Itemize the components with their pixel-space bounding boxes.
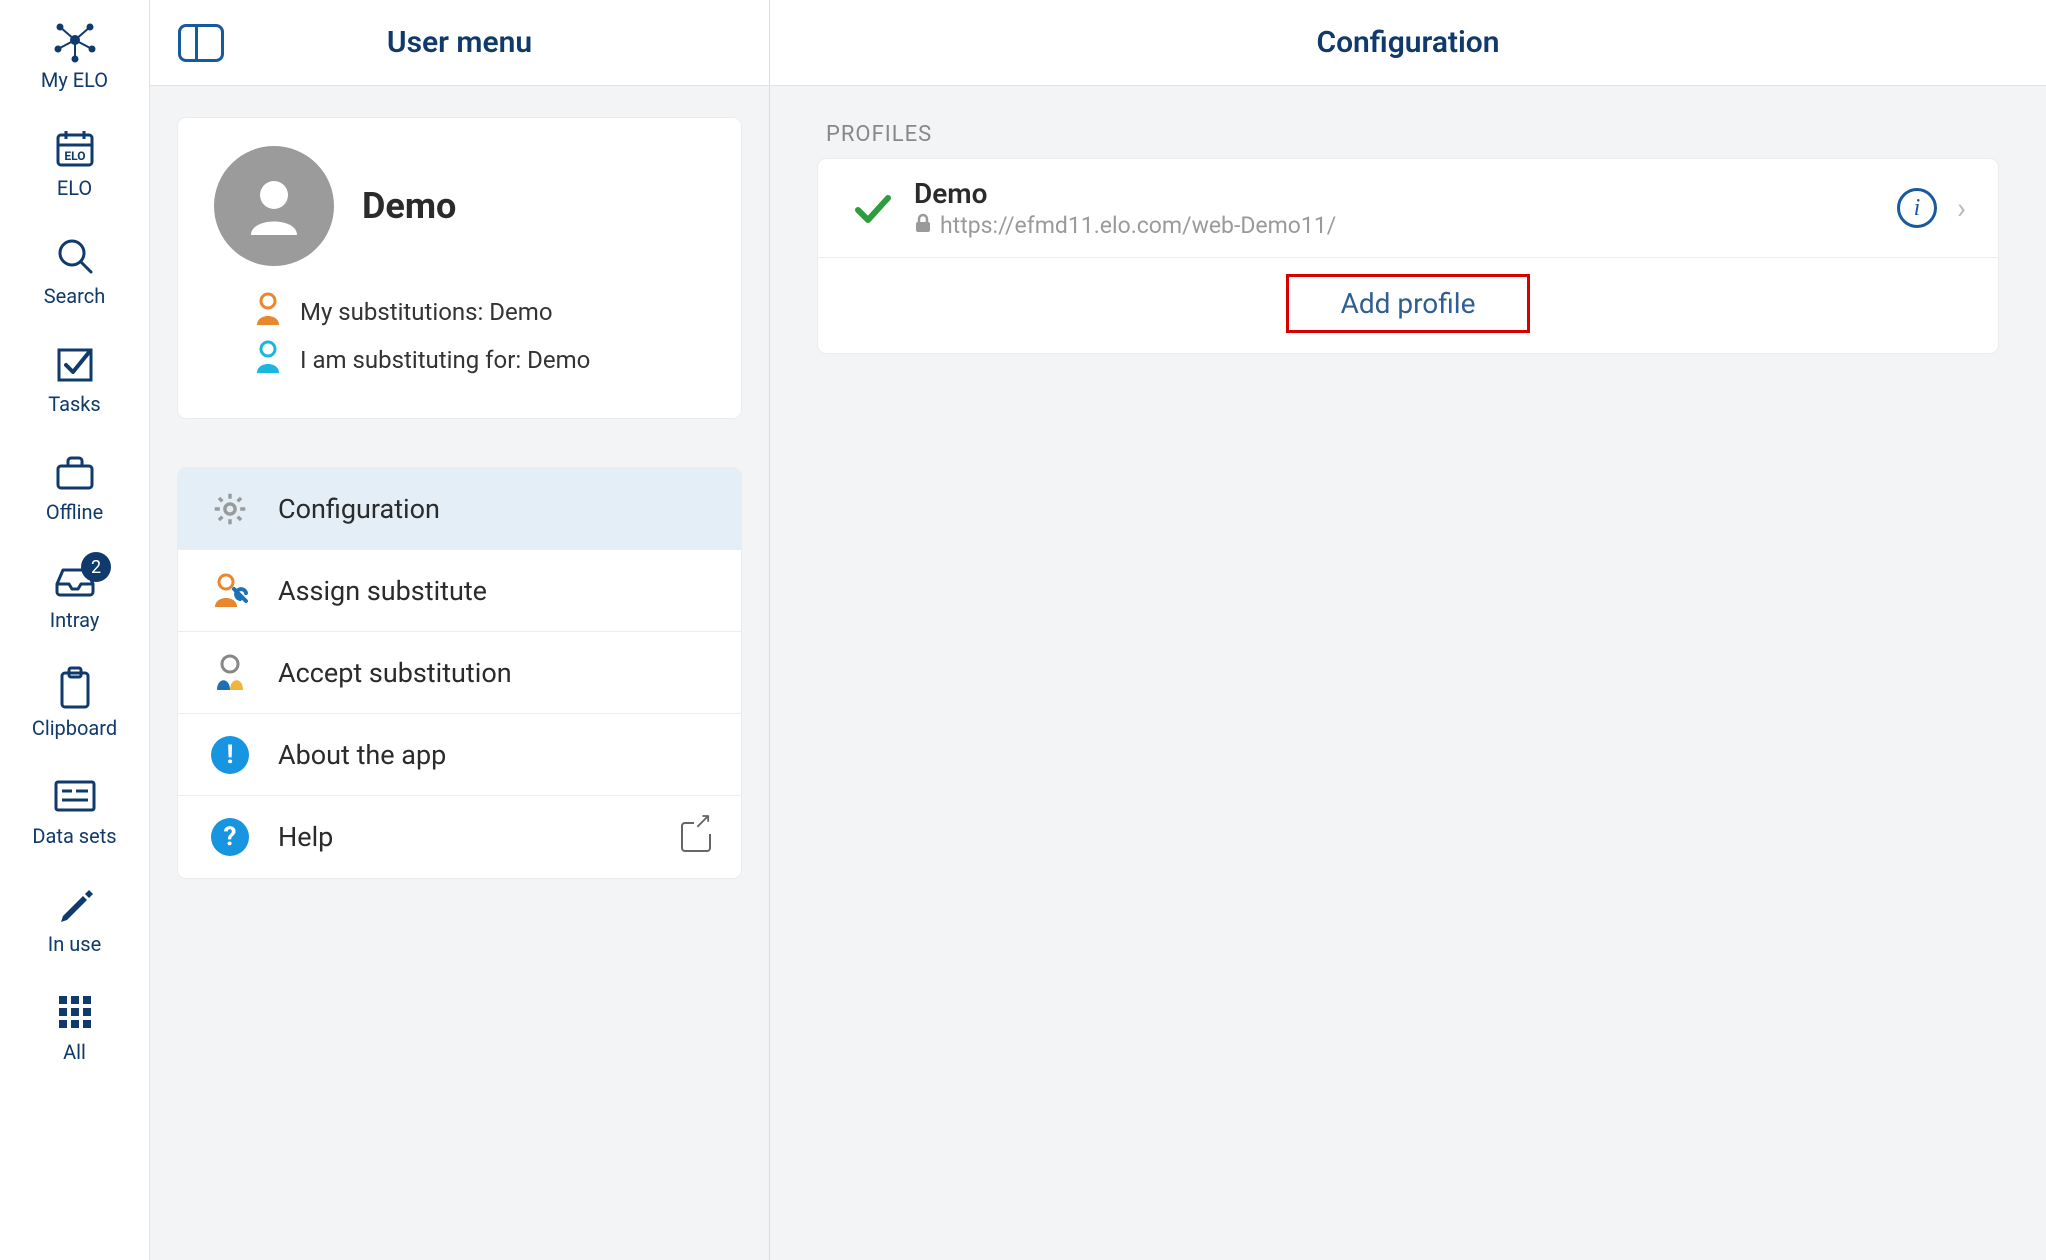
nav-label: All — [63, 1040, 86, 1064]
add-profile-button[interactable]: Add profile — [1286, 274, 1531, 333]
nav-label: Offline — [46, 500, 103, 524]
profile-name: Demo — [914, 177, 1877, 210]
calendar-icon: ELO — [54, 126, 96, 170]
nav-sidebar: My ELO ELO ELO Search — [0, 0, 150, 1260]
nav-clipboard[interactable]: Clipboard — [0, 658, 149, 748]
nav-intray[interactable]: 2 Intray — [0, 550, 149, 640]
menu-configuration[interactable]: Configuration — [178, 468, 741, 550]
profiles-section-label: PROFILES — [818, 122, 1998, 147]
profiles-card: Demo https://efmd11.elo.com/web-Demo11/ … — [818, 159, 1998, 353]
avatar — [214, 146, 334, 266]
menu-assign-substitute[interactable]: Assign substitute — [178, 550, 741, 632]
nav-all[interactable]: All — [0, 982, 149, 1072]
nav-datasets[interactable]: Data sets — [0, 766, 149, 856]
layout-toggle-icon[interactable] — [178, 24, 224, 62]
profile-row[interactable]: Demo https://efmd11.elo.com/web-Demo11/ … — [818, 159, 1998, 258]
user-menu-header: User menu — [150, 0, 769, 86]
clipboard-icon — [55, 666, 95, 710]
chevron-right-icon: › — [1957, 191, 1966, 226]
info-exclaim-icon: ! — [208, 733, 252, 777]
svg-text:ELO: ELO — [64, 149, 85, 163]
substituting-for-label: I am substituting for: Demo — [300, 346, 590, 374]
user-menu-panel: User menu Demo My substitutions: Demo — [150, 0, 770, 1260]
my-substitutions-row[interactable]: My substitutions: Demo — [214, 288, 705, 336]
nav-elo[interactable]: ELO ELO — [0, 118, 149, 208]
form-icon — [52, 774, 98, 818]
config-panel: Configuration PROFILES Demo — [770, 0, 2046, 1260]
check-box-icon — [54, 342, 96, 386]
nav-offline[interactable]: Offline — [0, 442, 149, 532]
menu-item-label: Accept substitution — [278, 657, 512, 689]
briefcase-icon — [53, 450, 97, 494]
nav-label: My ELO — [41, 68, 108, 92]
config-title: Configuration — [798, 25, 2018, 60]
nav-tasks[interactable]: Tasks — [0, 334, 149, 424]
nav-label: In use — [48, 932, 101, 956]
info-icon[interactable]: i — [1897, 188, 1937, 228]
nav-label: Search — [44, 284, 105, 308]
external-link-icon — [681, 822, 711, 852]
nav-label: Clipboard — [32, 716, 117, 740]
person-duo-icon — [208, 651, 252, 695]
menu-about-app[interactable]: ! About the app — [178, 714, 741, 796]
user-menu-title: User menu — [254, 25, 665, 60]
config-header: Configuration — [770, 0, 2046, 86]
nav-label: ELO — [57, 176, 92, 200]
profile-url: https://efmd11.elo.com/web-Demo11/ — [940, 212, 1336, 239]
menu-item-label: Assign substitute — [278, 575, 487, 607]
add-profile-row: Add profile — [818, 258, 1998, 353]
network-icon — [52, 18, 98, 62]
search-icon — [55, 234, 95, 278]
grid-icon — [56, 990, 94, 1034]
menu-accept-substitution[interactable]: Accept substitution — [178, 632, 741, 714]
intray-badge: 2 — [81, 552, 111, 582]
menu-item-label: Help — [278, 821, 333, 853]
nav-search[interactable]: Search — [0, 226, 149, 316]
menu-item-label: About the app — [278, 739, 446, 771]
nav-in-use[interactable]: In use — [0, 874, 149, 964]
help-icon: ? — [208, 815, 252, 859]
nav-my-elo[interactable]: My ELO — [0, 10, 149, 100]
check-icon — [850, 186, 894, 230]
user-card: Demo My substitutions: Demo I am substit… — [178, 118, 741, 418]
gear-icon — [208, 487, 252, 531]
person-cyan-icon — [254, 340, 282, 380]
person-wrench-icon — [208, 569, 252, 613]
lock-icon — [914, 212, 932, 239]
menu-item-label: Configuration — [278, 493, 440, 525]
username: Demo — [362, 185, 456, 227]
pencil-icon — [55, 882, 95, 926]
nav-label: Intray — [50, 608, 100, 632]
config-body: PROFILES Demo — [770, 86, 2046, 389]
nav-label: Tasks — [48, 392, 101, 416]
person-orange-icon — [254, 292, 282, 332]
menu-help[interactable]: ? Help — [178, 796, 741, 878]
my-substitutions-label: My substitutions: Demo — [300, 298, 553, 326]
nav-label: Data sets — [32, 824, 116, 848]
user-menu-list: Configuration Assign substitute Acce — [178, 468, 741, 878]
substituting-for-row[interactable]: I am substituting for: Demo — [214, 336, 705, 384]
